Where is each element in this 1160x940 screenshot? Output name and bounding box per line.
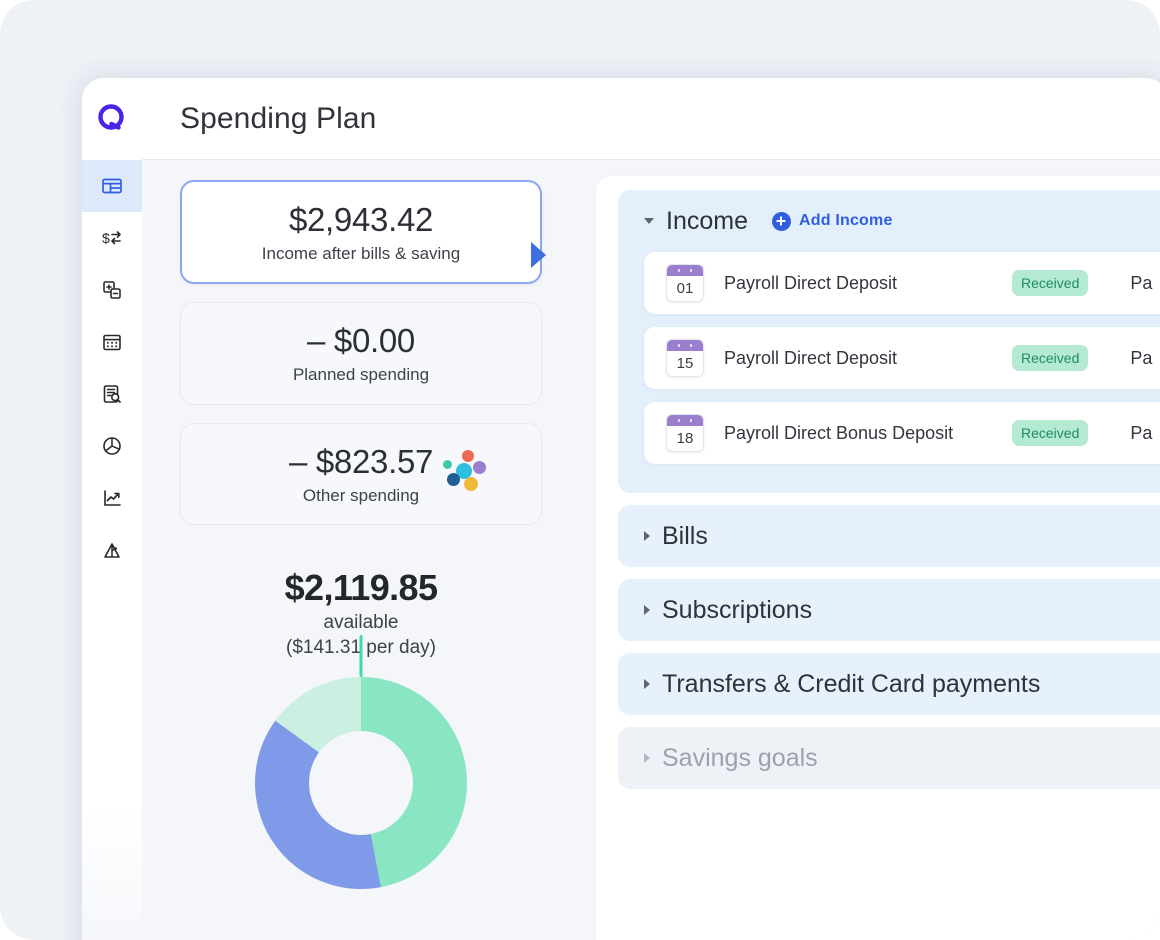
transactions-icon: $ [101,227,123,249]
status-badge: Received [1012,420,1088,446]
section-title: Transfers & Credit Card payments [662,670,1040,699]
app-header: Spending Plan [142,78,1160,160]
page-canvas: $ [0,0,1160,940]
summary-card-income-after-bills[interactable]: $2,943.42 Income after bills & saving [180,180,542,284]
category-dot-1 [462,450,474,462]
calendar-day-icon: 15 [666,339,704,377]
trend-up-icon [101,487,123,509]
category-dot-4 [447,473,460,486]
donut-hole [309,731,413,835]
app-window: $ [82,78,1160,940]
section-subscriptions: Subscriptions [618,579,1160,641]
category-dot-5 [464,477,478,491]
app-logo[interactable] [82,78,142,160]
pie-chart-icon [101,435,123,457]
transaction-trailing-text: Pa [1130,273,1152,294]
dashboard-icon [101,175,123,197]
summary-card-planned-spending[interactable]: – $0.00 Planned spending [180,302,542,404]
summary-amount: – $0.00 [193,323,529,360]
svg-text:$: $ [102,230,110,246]
add-income-button[interactable]: Add Income [772,212,893,231]
panel-connector-arrow-icon [531,242,546,268]
summary-column: $2,943.42 Income after bills & saving – … [142,160,582,940]
transaction-trailing-text: Pa [1130,423,1152,444]
section-header-transfers[interactable]: Transfers & Credit Card payments [618,653,1160,715]
page-title: Spending Plan [180,102,376,136]
add-income-label: Add Income [799,212,893,230]
section-transfers: Transfers & Credit Card payments [618,653,1160,715]
status-badge: Received [1012,270,1088,296]
sidebar-items: $ [82,160,142,576]
sidebar-item-accounts[interactable] [82,264,142,316]
available-amount: $2,119.85 [180,567,542,609]
rail-bottom-fade [82,808,142,940]
spending-donut-chart[interactable] [255,677,467,889]
category-dots-icon [443,450,489,496]
summary-card-other-spending[interactable]: – $823.57 Other spending [180,423,542,525]
plus-circle-icon [772,212,791,231]
chevron-right-icon[interactable] [644,753,650,763]
income-row-list: 01 Payroll Direct Deposit Received Pa 15 [618,252,1160,464]
sidebar-item-transactions[interactable]: $ [82,212,142,264]
section-header-savings-goals[interactable]: Savings goals [618,727,1160,789]
summary-label: Planned spending [193,365,529,385]
calendar-day-icon: 01 [666,264,704,302]
transaction-name: Payroll Direct Deposit [724,273,992,294]
calendar-icon [101,331,123,353]
reports-icon [101,383,123,405]
section-bills: Bills [618,505,1160,567]
sidebar-item-calendar[interactable] [82,316,142,368]
chevron-down-icon[interactable] [644,218,654,224]
table-row[interactable]: 01 Payroll Direct Deposit Received Pa [644,252,1160,314]
category-dot-0 [443,460,452,469]
transaction-name: Payroll Direct Deposit [724,348,992,369]
section-title: Savings goals [662,744,818,773]
section-title: Bills [662,522,708,551]
accounts-icon [101,279,123,301]
chevron-right-icon[interactable] [644,531,650,541]
calendar-day-number: 01 [667,276,703,301]
summary-label: Income after bills & saving [194,244,528,264]
transaction-name: Payroll Direct Bonus Deposit [724,423,992,444]
sidebar-item-investments[interactable] [82,472,142,524]
section-title: Income [666,207,748,236]
section-income: Income Add Income 01 [618,190,1160,493]
section-header-income[interactable]: Income Add Income [618,190,1160,252]
chevron-right-icon[interactable] [644,605,650,615]
sections-card: Income Add Income 01 [596,176,1160,940]
section-header-bills[interactable]: Bills [618,505,1160,567]
donut-start-marker-icon [360,635,363,677]
available-label: available [180,612,542,634]
summary-amount: $2,943.42 [194,202,528,239]
quicken-q-logo-icon [95,102,129,136]
goals-flag-icon [101,539,123,561]
calendar-day-number: 15 [667,351,703,376]
section-savings-goals: Savings goals [618,727,1160,789]
calendar-day-icon: 18 [666,414,704,452]
section-header-subscriptions[interactable]: Subscriptions [618,579,1160,641]
sidebar-item-reports[interactable] [82,368,142,420]
chevron-right-icon[interactable] [644,679,650,689]
table-row[interactable]: 18 Payroll Direct Bonus Deposit Received… [644,402,1160,464]
sidebar-item-budget[interactable] [82,420,142,472]
status-badge: Received [1012,345,1088,371]
sections-column: Income Add Income 01 [582,160,1160,940]
calendar-day-number: 18 [667,426,703,451]
sidebar-item-goals[interactable] [82,524,142,576]
sidebar-rail: $ [82,78,142,940]
app-body: $2,943.42 Income after bills & saving – … [142,160,1160,940]
table-row[interactable]: 15 Payroll Direct Deposit Received Pa [644,327,1160,389]
section-title: Subscriptions [662,596,812,625]
transaction-trailing-text: Pa [1130,348,1152,369]
sidebar-item-dashboard[interactable] [82,160,142,212]
category-dot-3 [473,461,486,474]
